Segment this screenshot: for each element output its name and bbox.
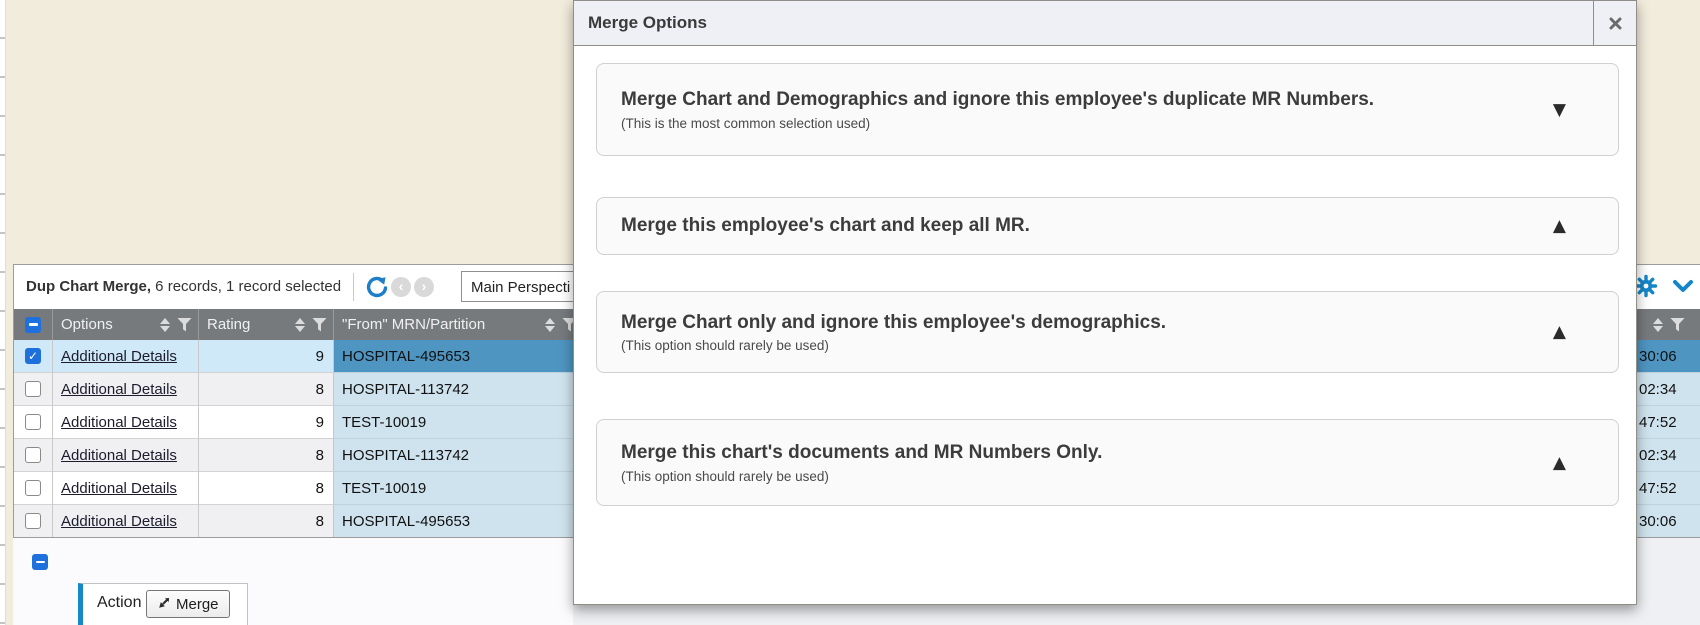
time-cell: 47:52 xyxy=(1631,406,1700,439)
time-cell: 47:52 xyxy=(1631,472,1700,505)
time-cell: 02:34 xyxy=(1631,373,1700,406)
rating-cell: 9 xyxy=(199,340,334,373)
filter-icon[interactable] xyxy=(312,318,327,332)
merge-option-panel[interactable]: Merge this chart's documents and MR Numb… xyxy=(596,419,1619,506)
time-cell: 02:34 xyxy=(1631,439,1700,472)
time-cell: 30:06 xyxy=(1631,505,1700,538)
additional-details-link[interactable]: Additional Details xyxy=(61,381,177,398)
mrn-cell: HOSPITAL-113742 xyxy=(334,439,584,472)
sort-icon[interactable] xyxy=(1653,318,1663,332)
rating-cell: 8 xyxy=(199,472,334,505)
close-icon xyxy=(1609,17,1622,30)
column-header-mrn[interactable]: "From" MRN/Partition xyxy=(342,316,543,333)
expand-collapse-arrow-icon[interactable]: ▼ xyxy=(1553,100,1566,120)
table-title-bold: Dup Chart Merge, xyxy=(26,278,151,295)
time-cell: 30:06 xyxy=(1631,340,1700,373)
gear-icon[interactable] xyxy=(1634,274,1658,303)
additional-details-link[interactable]: Additional Details xyxy=(61,513,177,530)
table-title: Dup Chart Merge, 6 records, 1 record sel… xyxy=(26,265,341,309)
merge-arrows-icon xyxy=(155,597,170,612)
sort-icon[interactable] xyxy=(295,318,305,332)
row-checkbox[interactable] xyxy=(25,381,41,397)
rating-cell: 8 xyxy=(199,439,334,472)
next-page-icon[interactable]: › xyxy=(414,277,434,297)
background-panel-edge xyxy=(0,0,6,625)
merge-button[interactable]: Merge xyxy=(146,590,230,618)
rating-cell: 9 xyxy=(199,406,334,439)
merge-option-heading: Merge Chart and Demographics and ignore … xyxy=(621,88,1374,112)
toolbar-divider xyxy=(353,273,354,301)
row-checkbox[interactable] xyxy=(25,348,41,364)
dialog-titlebar: Merge Options xyxy=(574,1,1636,46)
merge-option-heading: Merge this chart's documents and MR Numb… xyxy=(621,441,1102,465)
row-checkbox[interactable] xyxy=(25,447,41,463)
row-checkbox[interactable] xyxy=(25,414,41,430)
merge-options-dialog: Merge Options Merge Chart and Demographi… xyxy=(573,0,1637,605)
row-checkbox[interactable] xyxy=(25,513,41,529)
column-header-rating[interactable]: Rating xyxy=(207,316,293,333)
table-record-summary: 6 records, 1 record selected xyxy=(151,278,341,295)
chevron-down-icon[interactable] xyxy=(1672,278,1694,299)
row-checkbox[interactable] xyxy=(25,480,41,496)
expand-collapse-arrow-icon[interactable]: ▲ xyxy=(1553,453,1566,473)
rating-cell: 8 xyxy=(199,505,334,538)
sort-icon[interactable] xyxy=(545,318,555,332)
select-all-checkbox[interactable] xyxy=(25,317,41,333)
select-all-footer-checkbox[interactable] xyxy=(32,554,48,570)
previous-page-icon[interactable]: ‹ xyxy=(391,277,411,297)
refresh-icon[interactable] xyxy=(364,274,390,300)
merge-option-heading: Merge this employee's chart and keep all… xyxy=(621,214,1030,238)
sort-icon[interactable] xyxy=(160,318,170,332)
merge-option-heading: Merge Chart only and ignore this employe… xyxy=(621,311,1166,335)
action-label: Action xyxy=(97,594,141,612)
dialog-title: Merge Options xyxy=(588,1,707,45)
mrn-cell: HOSPITAL-495653 xyxy=(334,505,584,538)
expand-collapse-arrow-icon[interactable]: ▲ xyxy=(1553,322,1566,342)
additional-details-link[interactable]: Additional Details xyxy=(61,447,177,464)
mrn-cell: HOSPITAL-495653 xyxy=(334,340,584,373)
merge-option-note: (This is the most common selection used) xyxy=(621,116,1374,131)
column-header-options[interactable]: Options xyxy=(61,316,158,333)
filter-icon[interactable] xyxy=(177,318,192,332)
filter-icon[interactable] xyxy=(1670,318,1685,332)
merge-button-label: Merge xyxy=(176,596,219,613)
additional-details-link[interactable]: Additional Details xyxy=(61,414,177,431)
mrn-cell: TEST-10019 xyxy=(334,406,584,439)
action-panel: Action Merge xyxy=(78,583,248,625)
mrn-cell: HOSPITAL-113742 xyxy=(334,373,584,406)
expand-collapse-arrow-icon[interactable]: ▲ xyxy=(1553,216,1566,236)
additional-details-link[interactable]: Additional Details xyxy=(61,348,177,365)
screen: Dup Chart Merge, 6 records, 1 record sel… xyxy=(0,0,1700,625)
merge-option-panel[interactable]: Merge Chart only and ignore this employe… xyxy=(596,291,1619,373)
merge-option-panel[interactable]: Merge this employee's chart and keep all… xyxy=(596,197,1619,255)
merge-option-note: (This option should rarely be used) xyxy=(621,469,1102,484)
additional-details-link[interactable]: Additional Details xyxy=(61,480,177,497)
mrn-cell: TEST-10019 xyxy=(334,472,584,505)
merge-option-panel[interactable]: Merge Chart and Demographics and ignore … xyxy=(596,63,1619,156)
close-button[interactable] xyxy=(1593,1,1636,45)
rating-cell: 8 xyxy=(199,373,334,406)
merge-option-note: (This option should rarely be used) xyxy=(621,338,1166,353)
